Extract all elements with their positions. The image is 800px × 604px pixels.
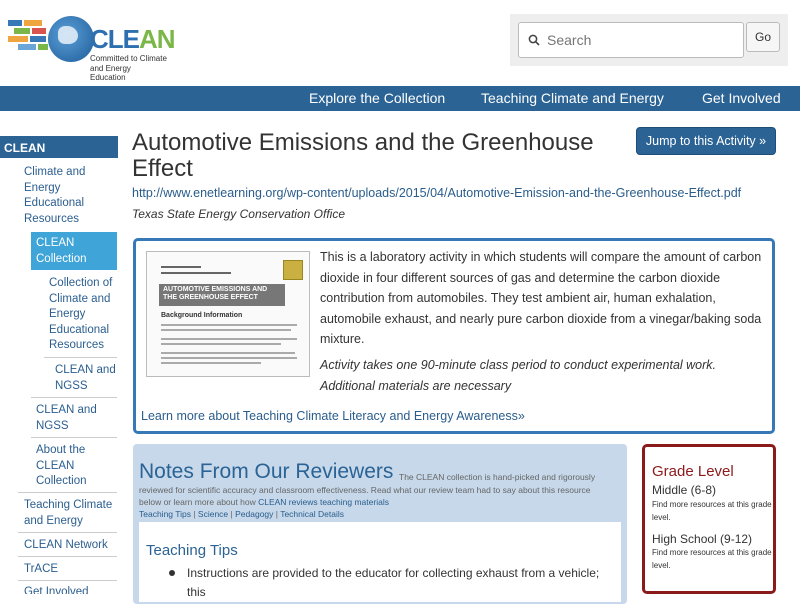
notes-tab-links: Teaching Tips | Science | Pedagogy | Tec… <box>139 509 344 519</box>
sidebar: CLEAN <box>0 136 118 158</box>
resource-url-link[interactable]: http://www.enetlearning.org/wp-content/u… <box>132 186 741 200</box>
logo-tagline-1: Committed to Climate <box>90 54 167 63</box>
summary-box: AUTOMOTIVE EMISSIONS AND THE GREENHOUSE … <box>133 238 775 434</box>
go-button[interactable]: Go <box>746 22 780 52</box>
learn-more-link[interactable]: Learn more about Teaching Climate Litera… <box>141 409 525 423</box>
main-nav: Explore the Collection Teaching Climate … <box>0 86 800 111</box>
sidebar-item-clean-collection[interactable]: CLEAN Collection <box>36 236 114 267</box>
reviewer-notes: The CLEAN collection is hand-picked and … <box>133 444 627 604</box>
sidebar-divider <box>18 532 117 533</box>
search-input[interactable] <box>518 22 744 58</box>
sidebar-item-clean-ngss-sub[interactable]: CLEAN and NGSS <box>55 363 117 394</box>
resource-note: Activity takes one 90-minute class perio… <box>320 358 717 393</box>
notes-title: Notes From Our Reviewers <box>139 460 394 483</box>
thumb-line <box>161 338 297 340</box>
thumbnail-heading: AUTOMOTIVE EMISSIONS AND THE GREENHOUSE … <box>163 286 268 301</box>
tab-pedagogy[interactable]: Pedagogy <box>235 509 273 519</box>
sidebar-item-trace[interactable]: TrACE <box>24 562 118 578</box>
tab-separator: | <box>190 509 198 519</box>
resource-summary: This is a laboratory activity in which s… <box>320 250 762 346</box>
sidebar-item-about-collection[interactable]: About the CLEAN Collection <box>36 443 108 490</box>
page-title: Automotive Emissions and the Greenhouse … <box>132 129 594 182</box>
thumb-line <box>161 352 295 354</box>
site-header: CLEAN Committed to Climate and Energy Ed… <box>0 0 800 86</box>
grade-high-school-more-link[interactable]: Find more resources at this grade level. <box>652 547 772 572</box>
nav-explore-collection[interactable]: Explore the Collection <box>309 90 445 106</box>
logo-wordmark: CLEAN <box>90 24 176 54</box>
teaching-tip-item: Instructions are provided to the educato… <box>187 566 600 599</box>
sidebar-divider <box>31 437 117 438</box>
sidebar-item-clean-network[interactable]: CLEAN Network <box>24 538 118 554</box>
grade-high-school[interactable]: High School (9-12) <box>652 532 752 546</box>
grade-level-title: Grade Level <box>652 463 734 480</box>
tab-science[interactable]: Science <box>198 509 228 519</box>
clean-logo[interactable]: CLEAN Committed to Climate and Energy Ed… <box>8 14 176 82</box>
bullet-icon <box>169 570 175 576</box>
thumb-line <box>161 329 291 331</box>
thumb-line <box>161 324 297 326</box>
globe-icon <box>48 16 94 62</box>
sidebar-item-climate-energy-resources[interactable]: Climate and Energy Educational Resources <box>24 165 116 227</box>
grade-middle[interactable]: Middle (6-8) <box>652 483 716 497</box>
sidebar-divider <box>18 492 117 493</box>
thumb-line <box>161 362 261 364</box>
resource-source: Texas State Energy Conservation Office <box>132 207 345 221</box>
tab-teaching-tips[interactable]: Teaching Tips <box>139 509 191 519</box>
sidebar-divider <box>18 556 117 557</box>
teaching-tips-panel: Teaching Tips Instructions are provided … <box>139 522 621 602</box>
thumbnail-subheading: Background Information <box>161 312 243 319</box>
clean-reviews-link[interactable]: CLEAN reviews teaching materials <box>258 497 389 507</box>
search-area: Go <box>510 14 788 66</box>
thumb-line <box>161 357 297 359</box>
nav-get-involved[interactable]: Get Involved <box>702 90 781 106</box>
logo-tagline-2: and Energy Education <box>90 64 131 82</box>
resource-thumbnail[interactable]: AUTOMOTIVE EMISSIONS AND THE GREENHOUSE … <box>146 251 310 377</box>
sidebar-item-clean-ngss[interactable]: CLEAN and NGSS <box>36 403 116 434</box>
sidebar-divider <box>44 357 117 358</box>
thumb-line <box>161 343 281 345</box>
sidebar-item-get-involved[interactable]: Get Involved <box>24 585 118 594</box>
teaching-tips-title: Teaching Tips <box>146 542 238 559</box>
thumb-line <box>161 266 201 268</box>
sidebar-divider <box>18 580 117 581</box>
grade-level-box: Grade Level Middle (6-8) Find more resou… <box>642 444 776 594</box>
sidebar-title[interactable]: CLEAN <box>0 136 118 158</box>
grade-middle-more-link[interactable]: Find more resources at this grade level. <box>652 499 772 524</box>
nav-teaching-climate-energy[interactable]: Teaching Climate and Energy <box>481 90 664 106</box>
sidebar-divider <box>31 397 117 398</box>
tab-technical-details[interactable]: Technical Details <box>280 509 344 519</box>
search-icon <box>528 34 540 46</box>
thumb-line <box>161 272 231 274</box>
jump-to-activity-button[interactable]: Jump to this Activity » <box>636 127 776 155</box>
sidebar-item-collection-of-resources[interactable]: Collection of Climate and Energy Educati… <box>49 276 117 354</box>
thumbnail-badge-icon <box>283 260 303 280</box>
sidebar-item-teaching-climate-energy[interactable]: Teaching Climate and Energy <box>24 498 118 529</box>
